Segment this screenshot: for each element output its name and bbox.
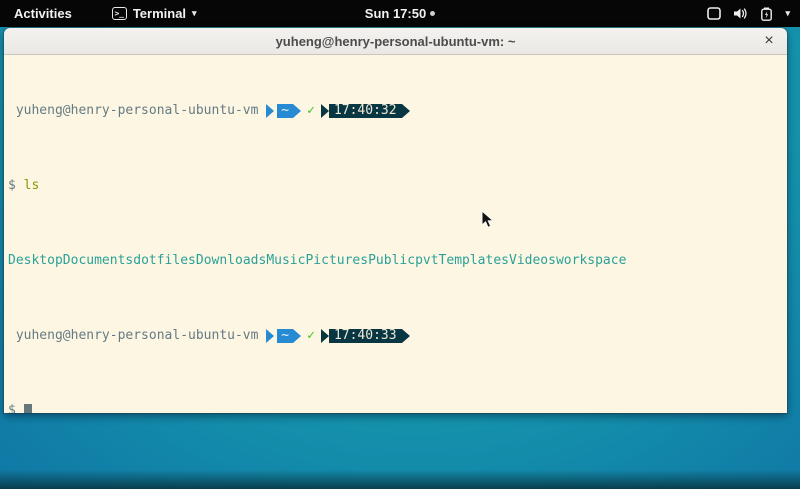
battery-charging-icon: [760, 7, 773, 21]
ls-item: pvt: [415, 253, 438, 268]
typed-command: ls: [24, 178, 40, 193]
status-check-icon: ✓: [307, 328, 315, 343]
powerline-arrow-icon: [402, 329, 410, 343]
terminal-content[interactable]: yuheng@henry-personal-ubuntu-vm ~ ✓ 17:40:…: [4, 55, 787, 413]
ls-item: Downloads: [196, 253, 266, 268]
ls-item: Videos: [509, 253, 556, 268]
input-line[interactable]: $: [8, 403, 787, 413]
prompt-line-2: yuheng@henry-personal-ubuntu-vm ~ ✓ 17:40:…: [8, 328, 787, 343]
terminal-icon: >_: [112, 7, 127, 20]
powerline-arrow-icon: [293, 329, 301, 343]
terminal-window: yuheng@henry-personal-ubuntu-vm: ~ × yuh…: [4, 28, 787, 413]
powerline-arrow-icon: [321, 104, 329, 118]
app-menu-label: Terminal: [133, 6, 186, 21]
powerline-arrow-icon: [402, 104, 410, 118]
ls-item: dotfiles: [133, 253, 196, 268]
ls-item: workspace: [556, 253, 626, 268]
top-bar: Activities >_ Terminal ▾ Sun 17:50 ▾: [0, 0, 800, 27]
prompt-time-segment: 17:40:33: [329, 329, 402, 343]
powerline-arrow-icon: [266, 329, 274, 343]
clock[interactable]: Sun 17:50: [365, 6, 426, 21]
ls-output-line: Desktop Documents dotfiles Downloads Mus…: [8, 253, 787, 268]
text-cursor: [24, 404, 32, 413]
prompt-line-1: yuheng@henry-personal-ubuntu-vm ~ ✓ 17:40:…: [8, 103, 787, 118]
notification-dot-icon: [430, 11, 435, 16]
prompt-user-host: yuheng@henry-personal-ubuntu-vm: [8, 328, 266, 343]
chevron-down-icon: ▾: [192, 8, 197, 19]
prompt-time-segment: 17:40:32: [329, 104, 402, 118]
ls-item: Pictures: [305, 253, 368, 268]
powerline-arrow-icon: [266, 104, 274, 118]
prompt-symbol: $: [8, 178, 16, 193]
window-titlebar[interactable]: yuheng@henry-personal-ubuntu-vm: ~ ×: [4, 28, 787, 55]
screen-icon: [707, 7, 721, 20]
powerline-arrow-icon: [293, 104, 301, 118]
prompt-path-segment: ~: [277, 329, 293, 343]
window-title: yuheng@henry-personal-ubuntu-vm: ~: [276, 34, 516, 49]
ls-item: Desktop: [8, 253, 63, 268]
ls-item: Templates: [439, 253, 509, 268]
ls-item: Documents: [63, 253, 133, 268]
ls-item: Public: [368, 253, 415, 268]
command-line: $ ls: [8, 178, 787, 193]
prompt-symbol: $: [8, 403, 16, 413]
system-status-area[interactable]: ▾: [707, 0, 790, 27]
ls-item: Music: [266, 253, 305, 268]
prompt-path-segment: ~: [277, 104, 293, 118]
activities-button[interactable]: Activities: [14, 6, 72, 21]
powerline-arrow-icon: [321, 329, 329, 343]
chevron-down-icon: ▾: [785, 8, 790, 19]
status-check-icon: ✓: [307, 103, 315, 118]
volume-icon: [733, 7, 748, 20]
prompt-user-host: yuheng@henry-personal-ubuntu-vm: [8, 103, 266, 118]
app-menu-terminal[interactable]: >_ Terminal ▾: [112, 6, 197, 21]
close-icon[interactable]: ×: [759, 31, 779, 51]
